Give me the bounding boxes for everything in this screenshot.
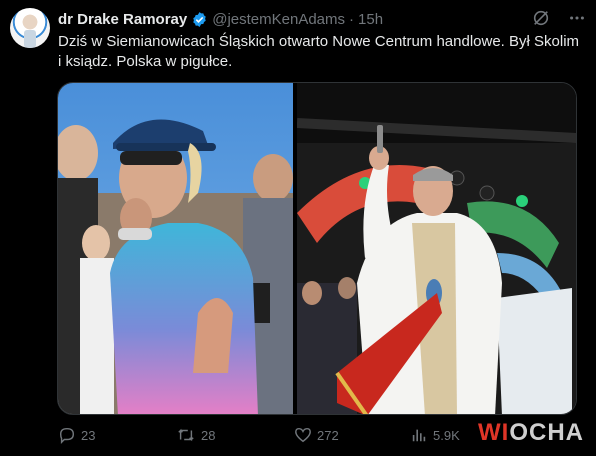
repost-button[interactable]: 28 (176, 426, 215, 444)
verified-badge-icon (193, 11, 206, 27)
photo-priest-icon (297, 83, 576, 414)
photo-left[interactable] (58, 83, 294, 414)
watermark-rest: OCHA (509, 419, 584, 446)
photo-right[interactable] (297, 83, 576, 414)
reply-button[interactable]: 23 (58, 426, 95, 444)
author-avatar[interactable] (10, 8, 50, 48)
reply-icon (59, 427, 75, 444)
like-button[interactable]: 272 (294, 426, 339, 444)
watermark-i: I (501, 419, 510, 446)
tweet-timestamp[interactable]: 15h (358, 11, 383, 28)
watermark-w: W (478, 419, 502, 446)
author-name[interactable]: dr Drake Ramoray (58, 11, 187, 28)
tweet-text: Dziś w Siemianowicach Śląskich otwarto N… (58, 33, 580, 70)
views-button[interactable]: 5.9K (410, 426, 460, 444)
like-count: 272 (317, 427, 339, 443)
heart-icon (295, 427, 311, 443)
repost-count: 28 (201, 427, 216, 443)
more-options-icon[interactable] (568, 9, 586, 27)
repost-icon (178, 428, 194, 442)
media-grid (57, 82, 577, 415)
separator-dot: · (349, 10, 355, 28)
wiocha-watermark: W I OCHA (478, 419, 584, 447)
reply-count: 23 (81, 427, 96, 443)
view-count: 5.9K (433, 427, 460, 443)
grok-icon[interactable] (532, 9, 550, 27)
photo-singer-icon (58, 83, 294, 414)
views-chart-icon (412, 429, 426, 442)
author-handle[interactable]: @jestemKenAdams (212, 11, 345, 28)
tweet-header: dr Drake Ramoray @jestemKenAdams · 15h (58, 9, 586, 29)
